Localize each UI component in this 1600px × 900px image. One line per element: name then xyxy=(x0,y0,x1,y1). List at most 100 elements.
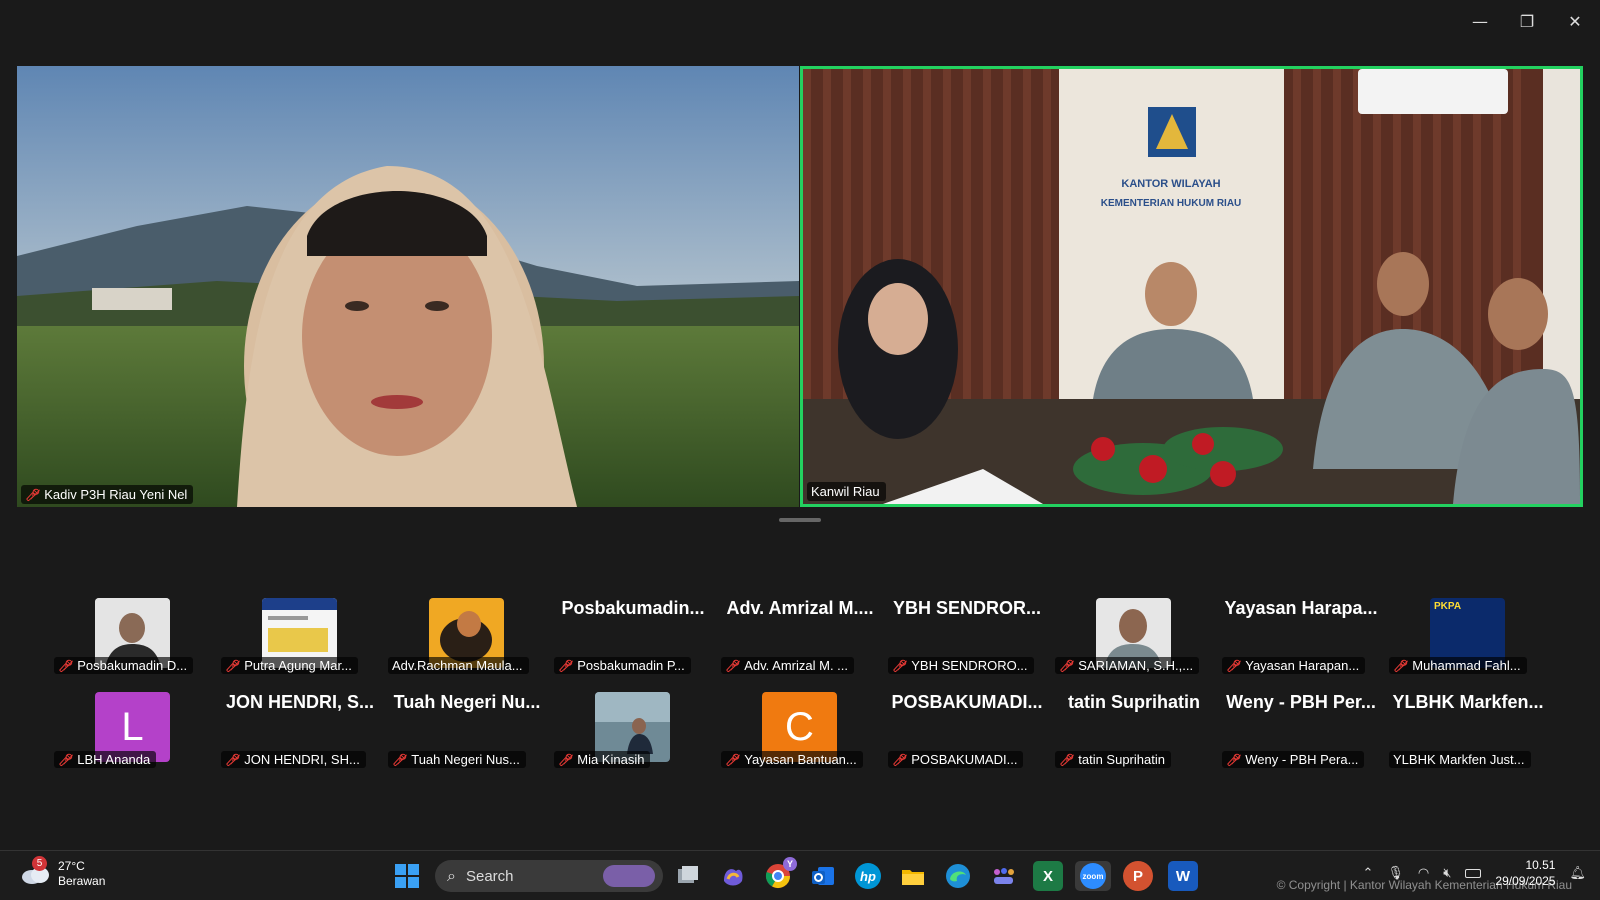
participant-name-tag: Adv.Rachman Maula... xyxy=(388,657,529,674)
participant-display-name: POSBAKUMADI... xyxy=(891,692,1043,712)
participant-tile[interactable]: L 🎤︎̸ LBH Ananda xyxy=(52,686,214,778)
participant-tile[interactable]: 🎤︎̸ Posbakumadin D... xyxy=(52,592,214,684)
task-view-icon[interactable] xyxy=(673,861,703,891)
mic-muted-icon: 🎤︎̸ xyxy=(1059,658,1075,673)
restore-button[interactable]: ❐ xyxy=(1512,8,1542,36)
participant-name-tag: YLBHK Markfen Just... xyxy=(1389,751,1531,768)
mic-muted-icon: 🎤︎̸ xyxy=(392,752,408,767)
edge-icon[interactable] xyxy=(943,861,973,891)
participant-name-tag: 🎤︎̸ Yayasan Bantuan... xyxy=(721,751,863,768)
close-button[interactable]: ✕ xyxy=(1560,8,1590,36)
participant-tile[interactable]: tatin Suprihatin 🎤︎̸ tatin Suprihatin xyxy=(1053,686,1215,778)
participant-display-name: Yayasan Harapa... xyxy=(1224,598,1378,618)
speaker-video-right: KANTOR WILAYAH KEMENTERIAN HUKUM RIAU xyxy=(803,69,1580,504)
search-highlight-icon xyxy=(603,865,655,887)
mic-muted-icon: 🎤︎̸ xyxy=(725,752,741,767)
windows-icon xyxy=(395,864,419,888)
mic-muted-icon: 🎤︎̸ xyxy=(58,658,74,673)
outlook-icon[interactable] xyxy=(808,861,838,891)
participant-tile[interactable]: POSBAKUMADI... 🎤︎̸ POSBAKUMADI... xyxy=(886,686,1048,778)
participant-tile[interactable]: Tuah Negeri Nu... 🎤︎̸ Tuah Negeri Nus... xyxy=(386,686,548,778)
participant-tile[interactable]: PKPA 🎤︎̸ Muhammad Fahl... xyxy=(1387,592,1549,684)
speaker-tile-right[interactable]: KANTOR WILAYAH KEMENTERIAN HUKUM RIAU Ka… xyxy=(800,66,1583,507)
taskbar: 5 27°C Berawan ⌕ Search Y hp X zoom P W … xyxy=(0,850,1600,900)
participant-display-name: YBH SENDROR... xyxy=(892,598,1042,618)
participant-tile[interactable]: JON HENDRI, S... 🎤︎̸ JON HENDRI, SH... xyxy=(219,686,381,778)
mic-muted-icon: 🎤︎̸ xyxy=(892,658,908,673)
mic-muted-icon: 🎤︎̸ xyxy=(558,752,574,767)
minimize-button[interactable]: — xyxy=(1465,8,1495,36)
mic-muted-icon: 🎤︎̸ xyxy=(225,658,241,673)
participant-gallery: 🎤︎̸ Posbakumadin D... 🎤︎̸ Putra Agung Mar.… xyxy=(0,550,1600,768)
participant-name-tag: 🎤︎̸ Tuah Negeri Nus... xyxy=(388,751,526,768)
search-placeholder: Search xyxy=(465,867,514,885)
participant-tile[interactable]: 🎤︎̸ SARIAMAN, S.H.,... xyxy=(1053,592,1215,684)
participant-display-name: Adv. Amrizal M.... xyxy=(726,598,874,618)
word-icon[interactable]: W xyxy=(1168,861,1198,891)
participant-name-tag: 🎤︎̸ YBH SENDRORO... xyxy=(888,657,1034,674)
copilot-icon[interactable] xyxy=(718,861,748,891)
hp-icon[interactable]: hp xyxy=(853,861,883,891)
participant-tile[interactable]: YBH SENDROR... 🎤︎̸ YBH SENDRORO... xyxy=(886,592,1048,684)
participant-tile[interactable]: Adv. Amrizal M.... 🎤︎̸ Adv. Amrizal M. ..… xyxy=(719,592,881,684)
speaker-tile-left[interactable]: 🎤︎̸ Kadiv P3H Riau Yeni Nel xyxy=(17,66,799,507)
participant-tile[interactable]: Weny - PBH Per... 🎤︎̸ Weny - PBH Pera... xyxy=(1220,686,1382,778)
participant-display-name: YLBHK Markfen... xyxy=(1392,692,1544,712)
participant-display-name: tatin Suprihatin xyxy=(1068,692,1200,712)
mic-muted-icon: 🎤︎̸ xyxy=(1226,658,1242,673)
mic-muted-icon: 🎤︎̸ xyxy=(892,752,908,767)
mic-muted-icon: 🎤︎̸ xyxy=(1059,752,1075,767)
teams-icon[interactable] xyxy=(988,861,1018,891)
taskbar-search[interactable]: ⌕ Search xyxy=(435,860,663,892)
chrome-profile-badge: Y xyxy=(783,857,797,871)
start-button[interactable] xyxy=(392,861,422,891)
participant-display-name: Posbakumadin... xyxy=(561,598,705,618)
participant-tile[interactable]: 🎤︎̸ Putra Agung Mar... xyxy=(219,592,381,684)
copyright-watermark: © Copyright | Kantor Wilayah Kementerian… xyxy=(1276,878,1572,892)
participant-name-tag: 🎤︎̸ Muhammad Fahl... xyxy=(1389,657,1527,674)
file-explorer-icon[interactable] xyxy=(898,861,928,891)
cloud-icon: 5 xyxy=(20,856,50,886)
speaker-name-tag-right: Kanwil Riau xyxy=(807,482,886,501)
mic-muted-icon: 🎤︎̸ xyxy=(558,658,574,673)
sign-line1: KANTOR WILAYAH xyxy=(1121,178,1220,190)
mic-muted-icon: 🎤︎̸ xyxy=(25,487,41,502)
participant-name-tag: 🎤︎̸ SARIAMAN, S.H.,... xyxy=(1055,657,1200,674)
chrome-icon[interactable]: Y xyxy=(763,857,797,891)
participant-tile[interactable]: C 🎤︎̸ Yayasan Bantuan... xyxy=(719,686,881,778)
pkpa-logo-text: PKPA xyxy=(1434,601,1462,612)
participant-display-name: JON HENDRI, S... xyxy=(225,692,375,712)
zoom-app-button[interactable]: zoom xyxy=(1075,861,1111,891)
weather-widget[interactable]: 5 27°C Berawan xyxy=(20,856,105,889)
clock-time: 10.51 xyxy=(1525,858,1556,872)
participant-name-tag: 🎤︎̸ LBH Ananda xyxy=(54,751,157,768)
mic-muted-icon: 🎤︎̸ xyxy=(1393,658,1409,673)
participant-tile[interactable]: Posbakumadin... 🎤︎̸ Posbakumadin P... xyxy=(552,592,714,684)
video-area: 🎤︎̸ Kadiv P3H Riau Yeni Nel KANTOR WILAY… xyxy=(0,45,1600,850)
participant-name-tag: 🎤︎̸ Mia Kinasih xyxy=(554,751,651,768)
excel-icon[interactable]: X xyxy=(1033,861,1063,891)
participant-name-tag: 🎤︎̸ POSBAKUMADI... xyxy=(888,751,1024,768)
mic-muted-icon: 🎤︎̸ xyxy=(225,752,241,767)
mic-muted-icon: 🎤︎̸ xyxy=(725,658,741,673)
sign-line2: KEMENTERIAN HUKUM RIAU xyxy=(1101,198,1242,209)
participant-tile[interactable]: 🎤︎̸ Mia Kinasih xyxy=(552,686,714,778)
battery-icon[interactable] xyxy=(1465,868,1482,878)
zoom-icon: zoom xyxy=(1080,863,1106,889)
participant-tile[interactable]: YLBHK Markfen... YLBHK Markfen Just... xyxy=(1387,686,1549,778)
powerpoint-icon[interactable]: P xyxy=(1123,861,1153,891)
weather-badge: 5 xyxy=(32,856,47,871)
participant-tile[interactable]: Yayasan Harapa... 🎤︎̸ Yayasan Harapan... xyxy=(1220,592,1382,684)
participant-display-name: Tuah Negeri Nu... xyxy=(393,692,541,712)
participant-name-tag: 🎤︎̸ JON HENDRI, SH... xyxy=(221,751,366,768)
weather-temp: 27°C xyxy=(58,859,85,873)
search-icon: ⌕ xyxy=(447,866,456,885)
speaker-name: Kanwil Riau xyxy=(811,484,880,499)
participant-name-tag: 🎤︎̸ tatin Suprihatin xyxy=(1055,751,1171,768)
gallery-resize-handle[interactable] xyxy=(779,518,821,522)
participant-display-name: Weny - PBH Per... xyxy=(1226,692,1376,712)
title-bar: — ❐ ✕ xyxy=(0,0,1600,45)
participant-name-tag: 🎤︎̸ Posbakumadin D... xyxy=(54,657,194,674)
participant-tile[interactable]: Adv.Rachman Maula... xyxy=(386,592,548,684)
mic-muted-icon: 🎤︎̸ xyxy=(58,752,74,767)
